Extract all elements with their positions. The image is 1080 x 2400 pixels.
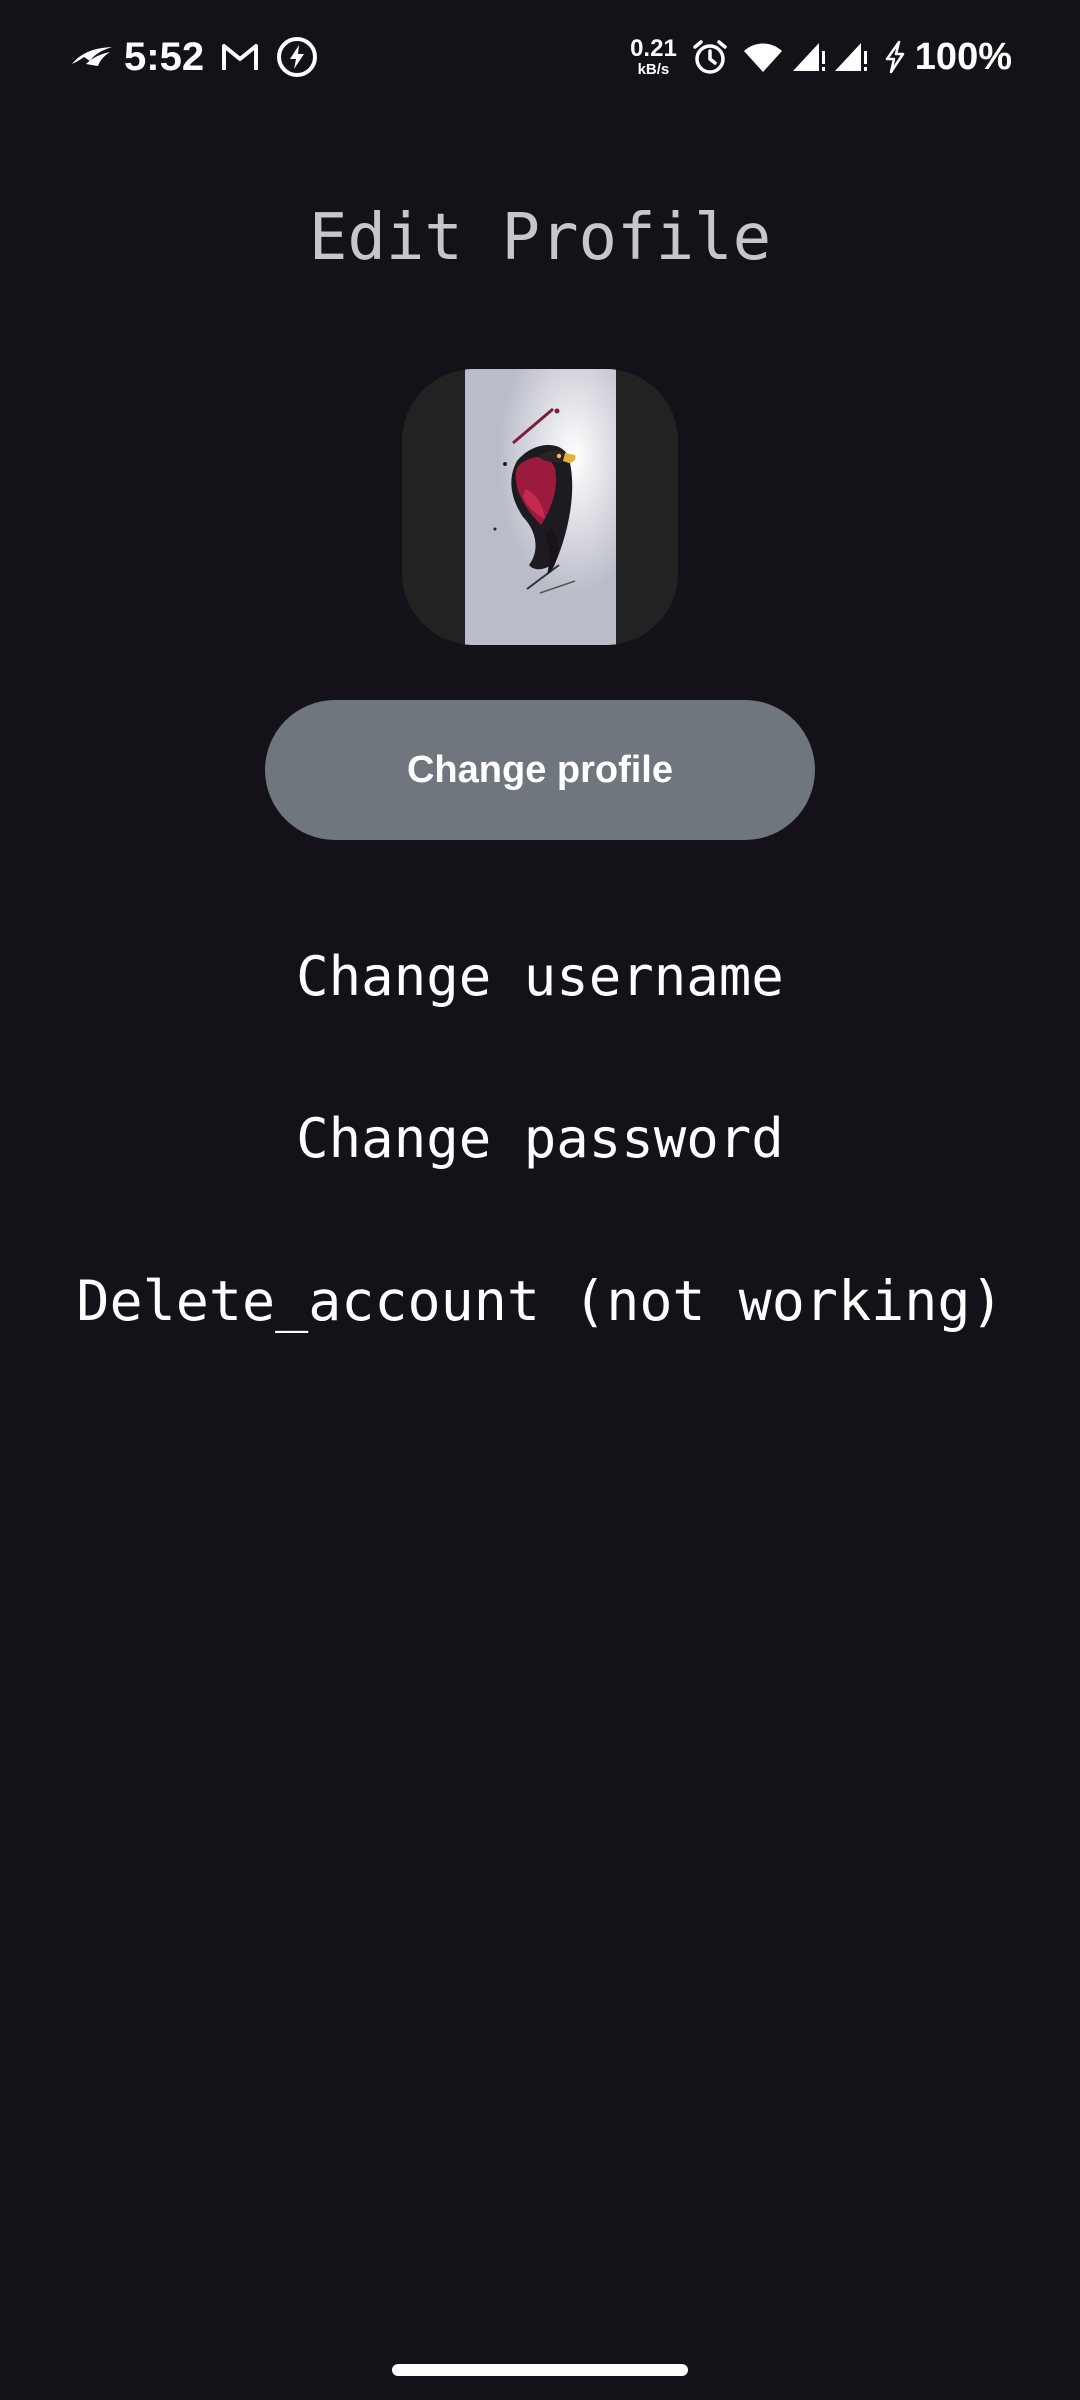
status-bar: 5:52 0.21 kB/s 100% — [0, 0, 1080, 112]
status-bar-right: 0.21 kB/s 100% — [630, 30, 1012, 84]
gmail-icon — [220, 42, 260, 72]
change-profile-button[interactable]: Change profile — [265, 700, 815, 840]
battery-level: 100% — [914, 35, 1012, 78]
signal-icon — [833, 41, 869, 73]
charging-icon — [883, 40, 907, 74]
signal-icon — [791, 41, 827, 73]
status-time: 5:52 — [124, 34, 205, 79]
home-indicator[interactable] — [392, 2364, 688, 2376]
avatar-image — [465, 369, 616, 645]
rog-logo-icon — [70, 44, 114, 70]
page-title: Edit Profile — [308, 201, 772, 275]
status-bar-left: 5:52 — [70, 30, 318, 84]
delete-account-link[interactable]: Delete_account (not working) — [0, 1266, 1080, 1336]
wifi-icon — [743, 41, 783, 73]
network-speed-unit: kB/s — [637, 61, 670, 78]
alarm-icon — [691, 38, 729, 76]
charging-bolt-icon — [276, 36, 318, 78]
network-speed-value: 0.21 — [630, 35, 677, 62]
change-username-link[interactable]: Change username — [0, 942, 1080, 1012]
network-speed: 0.21 kB/s — [630, 35, 677, 78]
avatar — [402, 369, 678, 645]
change-password-link[interactable]: Change password — [0, 1104, 1080, 1174]
